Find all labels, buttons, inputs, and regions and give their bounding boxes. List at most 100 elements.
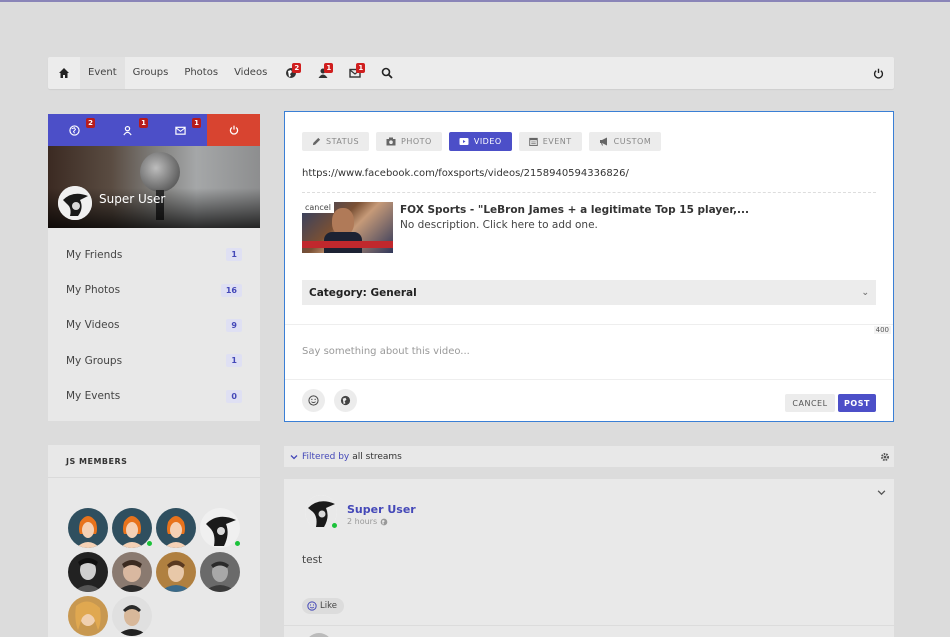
power-icon (873, 68, 883, 79)
post-button[interactable]: POST (838, 394, 876, 412)
remove-thumbnail-button[interactable]: cancel (302, 202, 334, 213)
status-textarea[interactable]: Say something about this video... (302, 346, 470, 357)
profile-cover[interactable]: Super User (48, 146, 260, 228)
divider (302, 192, 876, 193)
tab-label: STATUS (326, 137, 360, 146)
character-counter: 400 (873, 326, 891, 334)
tab-label: EVENT (542, 137, 572, 146)
member-avatar[interactable] (156, 552, 196, 592)
sidebar-toolbar: 2 1 1 (48, 114, 260, 146)
post-author[interactable]: Super User (347, 503, 416, 516)
default-avatar-image (156, 508, 196, 548)
post-timestamp[interactable]: 2 hours (347, 517, 377, 526)
home-icon (59, 68, 69, 78)
tab-video[interactable]: VIDEO (448, 132, 512, 151)
nav-groups[interactable]: Groups (125, 57, 177, 89)
member-avatar[interactable] (68, 596, 108, 636)
profile-username[interactable]: Super User (99, 192, 165, 206)
notifications-button[interactable]: 2 (275, 57, 307, 89)
tab-event[interactable]: EVENT (518, 132, 582, 151)
tab-label: VIDEO (473, 137, 502, 146)
tab-photo[interactable]: PHOTO (376, 132, 442, 151)
globe-icon (380, 518, 388, 525)
nav-event[interactable]: Event (80, 57, 125, 89)
globe-icon (340, 395, 351, 406)
tab-status[interactable]: STATUS (302, 132, 370, 151)
nav-videos[interactable]: Videos (226, 57, 275, 89)
sidebar-item-label: My Videos (66, 319, 120, 332)
inbox-badge: 1 (356, 63, 366, 73)
members-widget: JS MEMBERS (48, 445, 260, 637)
notifications-badge: 2 (292, 63, 302, 73)
privacy-button[interactable] (334, 389, 357, 412)
avatar-image (156, 552, 196, 592)
sidebar-notification-group: 2 1 1 (48, 114, 207, 146)
home-button[interactable] (48, 57, 80, 89)
post-options-button[interactable] (877, 488, 886, 500)
category-value: Category: General (309, 286, 417, 299)
comment-avatar (305, 633, 333, 637)
post-composer: STATUS PHOTO VIDEO EVENT CUSTOM https://… (284, 111, 894, 422)
sidebar-item-label: My Photos (66, 284, 121, 297)
avatar-image (112, 552, 152, 592)
chevron-down-icon: ⌄ (861, 287, 869, 298)
sidebar-friend-requests-badge: 1 (139, 118, 148, 128)
sidebar-item-friends[interactable]: My Friends 1 (48, 237, 260, 272)
post-meta: 2 hours (347, 517, 388, 526)
divider (284, 625, 894, 626)
sidebar-item-videos[interactable]: My Videos 9 (48, 308, 260, 343)
avatar-image (200, 552, 240, 592)
avatar[interactable] (58, 186, 92, 220)
camera-icon (386, 137, 396, 146)
top-navbar: Event Groups Photos Videos 2 1 1 (48, 57, 894, 89)
nav-photos[interactable]: Photos (176, 57, 226, 89)
member-avatar[interactable] (68, 552, 108, 592)
like-button[interactable]: Like (302, 598, 344, 614)
sidebar-item-label: My Groups (66, 354, 123, 367)
sidebar-inbox-button[interactable]: 1 (154, 114, 207, 146)
tab-label: CUSTOM (613, 137, 652, 146)
globe-icon (69, 124, 80, 136)
cover-photo-lamp (140, 152, 180, 192)
thumbnail-banner (302, 241, 393, 248)
sidebar-notifications-badge: 2 (86, 118, 95, 128)
count-badge: 9 (226, 318, 242, 332)
member-avatar[interactable] (112, 596, 152, 636)
stream-filter-bar[interactable]: Filtered by all streams (284, 446, 894, 467)
avatar-image (58, 186, 92, 220)
sidebar-item-events[interactable]: My Events 0 (48, 379, 260, 414)
online-indicator (331, 522, 338, 529)
member-avatar[interactable] (156, 508, 196, 548)
video-thumbnail: cancel (302, 202, 393, 253)
sidebar-item-groups[interactable]: My Groups 1 (48, 343, 260, 378)
count-badge: 1 (226, 248, 242, 262)
search-button[interactable] (371, 57, 403, 89)
gear-icon[interactable] (880, 452, 890, 462)
member-avatar[interactable] (200, 552, 240, 592)
inbox-button[interactable]: 1 (339, 57, 371, 89)
sidebar-notifications-button[interactable]: 2 (48, 114, 101, 146)
member-avatar[interactable] (68, 508, 108, 548)
preview-title[interactable]: FOX Sports - "LeBron James + a legitimat… (400, 204, 749, 216)
cancel-button[interactable]: CANCEL (785, 394, 835, 412)
chevron-down-icon (290, 454, 298, 459)
calendar-icon (528, 137, 538, 146)
member-avatar[interactable] (112, 552, 152, 592)
avatar-image (68, 552, 108, 592)
sidebar-item-photos[interactable]: My Photos 16 (48, 272, 260, 307)
emoji-button[interactable] (302, 389, 325, 412)
category-select[interactable]: Category: General ⌄ (302, 280, 876, 305)
default-avatar-image (68, 508, 108, 548)
online-indicator (234, 540, 241, 547)
logout-button[interactable] (862, 57, 894, 89)
sidebar-logout-button[interactable] (207, 114, 260, 146)
count-badge: 0 (226, 389, 242, 403)
friend-requests-button[interactable]: 1 (307, 57, 339, 89)
chevron-down-icon (877, 490, 886, 496)
video-url-input[interactable]: https://www.facebook.com/foxsports/video… (302, 168, 629, 179)
sidebar-friend-requests-button[interactable]: 1 (101, 114, 154, 146)
tab-custom[interactable]: CUSTOM (588, 132, 662, 151)
pencil-icon (312, 137, 321, 146)
members-title: JS MEMBERS (48, 445, 260, 478)
preview-description[interactable]: No description. Click here to add one. (400, 219, 749, 231)
